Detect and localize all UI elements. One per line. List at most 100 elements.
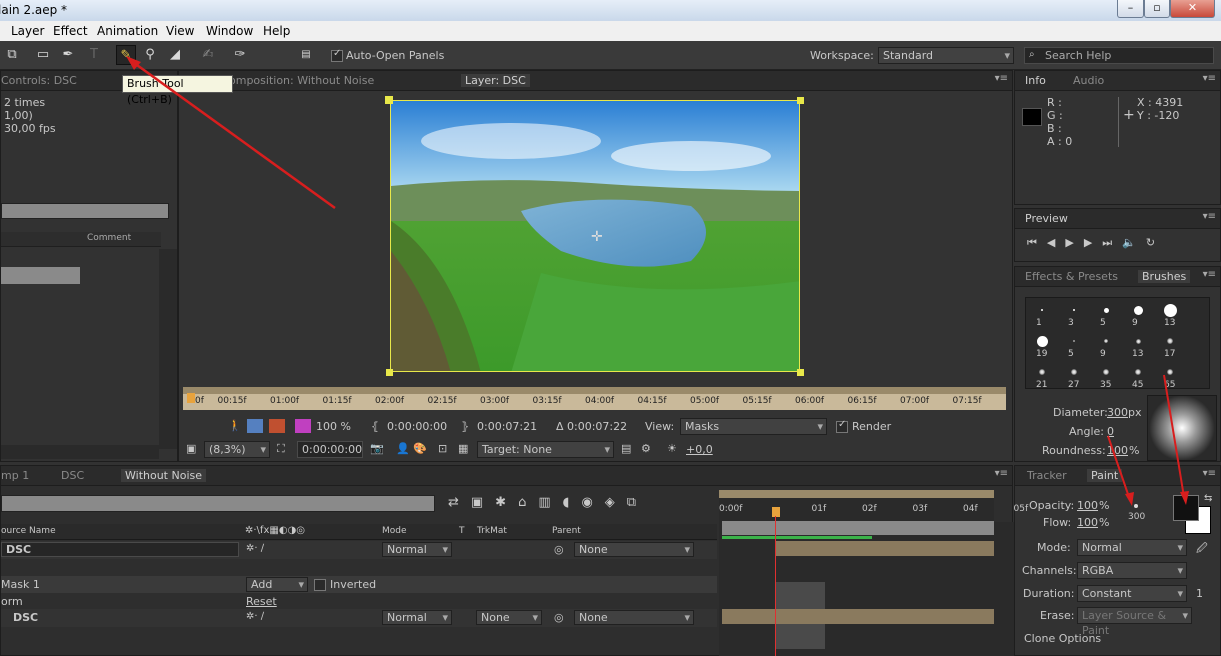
monitor-icon[interactable]: ▣ (186, 442, 196, 455)
menu-layer[interactable]: Layer (11, 24, 44, 38)
brush-preset[interactable] (1103, 369, 1109, 375)
workspace-select[interactable]: Standard (878, 47, 1014, 64)
brush-preset[interactable] (1041, 309, 1043, 311)
brush-grid[interactable]: 1 3 5 9 13 19 5 9 13 17 21 27 35 45 65 (1025, 297, 1210, 390)
brush-preset[interactable] (1133, 305, 1143, 315)
layer-row[interactable]: DSC ✲· ∕ Normal None ◎ None (1, 609, 717, 627)
swap-colors-icon[interactable]: ⇆ (1204, 493, 1212, 504)
tab-effect-controls[interactable]: Controls: DSC (1, 74, 77, 87)
view-options-icon[interactable]: ⚙ (641, 442, 651, 455)
pickwhip-icon[interactable]: ◎ (554, 543, 564, 556)
brush-preset[interactable] (1103, 307, 1109, 313)
selected-row[interactable] (1, 267, 80, 284)
tab-layer[interactable]: Layer: DSC (461, 74, 530, 87)
panel-menu-icon[interactable]: ▾≡ (1203, 211, 1216, 222)
transform-row[interactable]: orm Reset (1, 594, 717, 610)
snapshot-icon[interactable]: 📷 (370, 442, 384, 455)
search-help-input[interactable]: Search Help (1024, 47, 1214, 64)
close-button[interactable]: ✕ (1170, 0, 1215, 18)
tab-audio[interactable]: Audio (1073, 74, 1104, 87)
layer-switches[interactable]: ✲· ∕ (246, 611, 264, 622)
tab-effects-presets[interactable]: Effects & Presets (1025, 270, 1118, 283)
mode-select[interactable]: Normal (1077, 539, 1187, 556)
set-out-icon[interactable]: ⦄ (461, 420, 469, 433)
channel-icon[interactable]: 🎨 (413, 442, 427, 455)
parent-select[interactable]: None (574, 610, 694, 625)
solo-icon[interactable] (247, 419, 263, 433)
timeline-switches-icons[interactable]: ⇄▣✱⌂▥◖◉◈⧉ (448, 495, 648, 510)
timeline-scrollbar[interactable] (994, 522, 1014, 656)
brush-preset[interactable] (1104, 339, 1108, 343)
parent-header[interactable]: Parent (552, 526, 581, 536)
mode-select[interactable]: Normal (382, 542, 452, 557)
pickwhip-icon[interactable]: ◎ (554, 611, 564, 624)
brush-preset[interactable] (1039, 369, 1045, 375)
brush-preset[interactable] (1071, 369, 1077, 375)
layer-name[interactable]: DSC (1, 542, 239, 557)
corner-handle[interactable] (385, 96, 393, 104)
layer-time-ruler[interactable]: 0f 00:15f 01:00f 01:15f 02:00f 02:15f 03:00f 03… (183, 387, 1006, 410)
transparency-grid-icon[interactable]: ▦ (458, 442, 468, 455)
tab-comp-1[interactable]: mp 1 (1, 469, 29, 482)
panel-menu-icon[interactable]: ▾≡ (995, 73, 1008, 84)
exposure-icon[interactable]: ☀ (667, 442, 677, 455)
clone-options-label[interactable]: Clone Options (1024, 632, 1101, 645)
mask-name[interactable]: Mask 1 (1, 578, 40, 591)
time-in[interactable]: 0:00:00:00 (387, 420, 447, 433)
pan-behind-tool-icon[interactable]: ⧉ (2, 45, 22, 65)
color-swatch[interactable] (295, 419, 311, 433)
lock-icon[interactable] (269, 419, 285, 433)
layer-bar[interactable] (722, 609, 994, 624)
brush-preset[interactable] (1135, 338, 1141, 344)
work-area-bar[interactable] (722, 521, 994, 535)
menu-window[interactable]: Window (206, 24, 253, 38)
channels-select[interactable]: RGBA (1077, 562, 1187, 579)
inverted-checkbox[interactable] (314, 579, 326, 591)
duration-select[interactable]: Constant (1077, 585, 1187, 602)
rectangle-tool-icon[interactable]: ▭ (33, 45, 53, 65)
fit-icon[interactable]: ⊡ (438, 442, 447, 455)
tab-composition[interactable]: omposition: Without Noise (229, 74, 374, 87)
mask-row[interactable]: Mask 1 Add Inverted (1, 576, 717, 593)
layer-image[interactable]: ✛ (390, 100, 800, 372)
layer-bar[interactable] (775, 541, 994, 556)
foreground-color-swatch[interactable] (1173, 495, 1199, 521)
grid-icon[interactable]: ▤ (621, 442, 631, 455)
time-out[interactable]: 0:00:07:21 (477, 420, 537, 433)
mode-select[interactable]: Normal (382, 610, 452, 625)
tab-without-noise[interactable]: Without Noise (121, 469, 206, 482)
pen-tool-icon[interactable]: ✒ (58, 45, 78, 65)
brush-preset[interactable] (1036, 335, 1048, 347)
region-icon[interactable]: ⛶ (277, 442, 285, 456)
clone-stamp-tool-icon[interactable]: ⚲ (140, 45, 160, 65)
type-tool-icon[interactable]: T (84, 45, 104, 65)
flow-value[interactable]: 100 (1077, 516, 1098, 529)
tab-preview[interactable]: Preview (1025, 212, 1068, 225)
menu-animation[interactable]: Animation (97, 24, 158, 38)
exposure-value[interactable]: +0,0 (686, 443, 713, 456)
brush-tool-icon[interactable]: ✎ (116, 45, 136, 65)
reset-link[interactable]: Reset (246, 595, 277, 608)
tab-info[interactable]: Info (1025, 74, 1046, 87)
tab-paint[interactable]: Paint (1087, 469, 1123, 482)
corner-handle[interactable] (386, 369, 393, 376)
auto-open-panels-checkbox[interactable]: ✓ (331, 48, 343, 62)
scrollbar[interactable] (159, 249, 177, 449)
mode-header[interactable]: Mode (382, 526, 407, 536)
opacity-value[interactable]: 100 (1077, 499, 1098, 512)
show-snapshot-icon[interactable]: 👤 (396, 442, 410, 455)
angle-value[interactable]: 0 (1107, 425, 1114, 438)
transform-name[interactable]: orm (1, 595, 23, 608)
menu-view[interactable]: View (166, 24, 194, 38)
source-name-header[interactable]: ource Name (1, 526, 56, 536)
mask-mode-select[interactable]: Add (246, 577, 308, 592)
t-header[interactable]: T (459, 526, 465, 536)
trkmat-select[interactable]: None (476, 610, 542, 625)
eyedropper-icon[interactable]: 🖉 (1196, 540, 1208, 559)
puppet-pin-tool-icon[interactable]: ✑ (230, 45, 250, 65)
tab-brushes[interactable]: Brushes (1138, 270, 1191, 283)
minimize-button[interactable]: – (1117, 0, 1144, 18)
view-select[interactable]: Masks (680, 418, 827, 435)
roto-brush-tool-icon[interactable]: ✍ (198, 45, 218, 65)
brush-preset[interactable] (1167, 338, 1173, 344)
